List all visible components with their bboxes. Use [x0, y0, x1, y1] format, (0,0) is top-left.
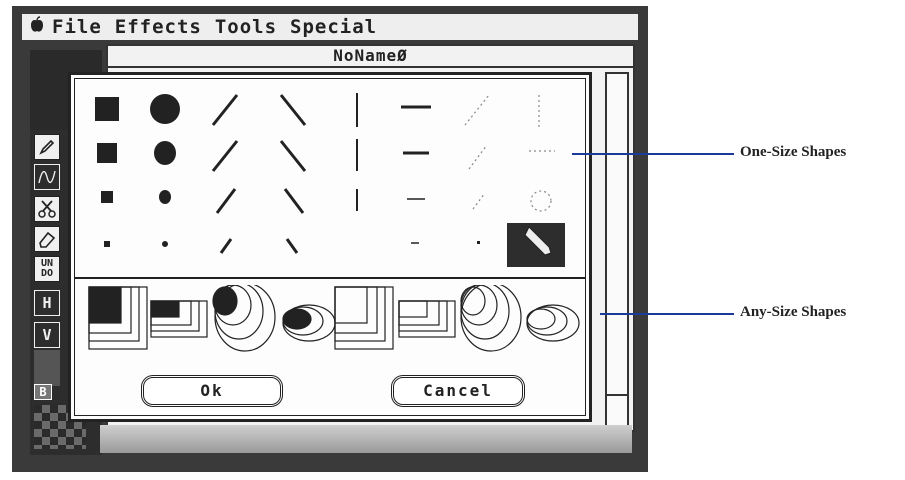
slash-shape-3	[215, 188, 237, 214]
apple-icon[interactable]	[22, 15, 52, 39]
nested-ovals-filled	[282, 304, 336, 342]
dotted-line-column	[464, 94, 555, 212]
one-size-callout-line	[572, 153, 734, 155]
menu-tools[interactable]: Tools	[215, 16, 277, 38]
desktop-strip	[100, 425, 632, 453]
undo-label-bottom: DO	[40, 268, 54, 279]
nested-ovals-outline	[526, 304, 580, 342]
backslash-shape-2	[279, 140, 307, 172]
one-size-callout-label: One-Size Shapes	[740, 144, 847, 160]
filled-square-column	[95, 97, 119, 247]
any-size-shapes-row	[88, 285, 580, 352]
b-tool[interactable]: B	[34, 384, 52, 400]
dotted-slash-3	[472, 192, 486, 210]
ok-button[interactable]: Ok	[141, 375, 283, 407]
any-size-callout-line	[600, 313, 734, 315]
filled-circle-column	[150, 94, 180, 247]
color-swatch[interactable]	[34, 350, 60, 386]
shape-selection-dialog: Ok Cancel	[68, 72, 592, 422]
nested-squares-outline	[334, 286, 394, 350]
slash-shape-4	[219, 238, 233, 254]
square-shape-2	[97, 143, 117, 163]
circle-shape-3	[159, 190, 171, 204]
nested-squares-filled	[88, 286, 148, 350]
menu-effects[interactable]: Effects	[115, 16, 202, 38]
nested-rects-filled	[150, 300, 208, 338]
backslash-shape-4	[285, 238, 299, 254]
square-shape-3	[101, 191, 113, 203]
menu-file[interactable]: File	[52, 16, 102, 38]
square-shape-4	[104, 241, 110, 247]
v-tool[interactable]: V	[34, 322, 60, 348]
undo-tool[interactable]: UN DO	[34, 256, 60, 282]
menu-bar: File Effects Tools Special	[22, 14, 638, 40]
slash-shape-1	[211, 94, 239, 126]
h-tool[interactable]: H	[34, 290, 60, 316]
backslash-shape-3	[283, 188, 305, 214]
window-title: NoNameØ	[108, 46, 633, 68]
any-size-callout-label: Any-Size Shapes	[740, 304, 847, 320]
slash-shape-2	[211, 140, 239, 172]
circle-shape-4	[162, 241, 168, 247]
back-slash-column	[279, 94, 307, 254]
dialog-frame: Ok Cancel	[74, 78, 586, 416]
scissors-tool-icon[interactable]	[34, 196, 60, 222]
shapes-divider	[75, 277, 585, 279]
menu-special[interactable]: Special	[290, 16, 377, 38]
dotted-slash-2	[468, 144, 488, 170]
backslash-shape-1	[279, 94, 307, 126]
curve-tool-icon[interactable]	[34, 164, 60, 190]
vertical-scrollbar[interactable]	[605, 72, 629, 398]
dot-shape	[477, 241, 480, 244]
horizontal-line-column	[401, 105, 480, 244]
circle-shape-2	[154, 141, 176, 165]
cancel-button[interactable]: Cancel	[391, 375, 525, 407]
circle-shape-1	[150, 94, 180, 124]
pencil-tool-icon[interactable]	[34, 134, 60, 160]
dotted-slash-1	[464, 94, 490, 126]
nested-circles-filled	[212, 285, 276, 352]
dotted-circle	[530, 190, 552, 212]
one-size-shapes-grid	[95, 93, 565, 267]
nested-rects-outline	[398, 300, 456, 338]
forward-slash-column	[211, 94, 239, 254]
square-shape-1	[95, 97, 119, 121]
eraser-tool-icon[interactable]	[34, 226, 60, 252]
grow-box[interactable]	[605, 394, 629, 428]
nested-circles-outline	[460, 285, 522, 352]
